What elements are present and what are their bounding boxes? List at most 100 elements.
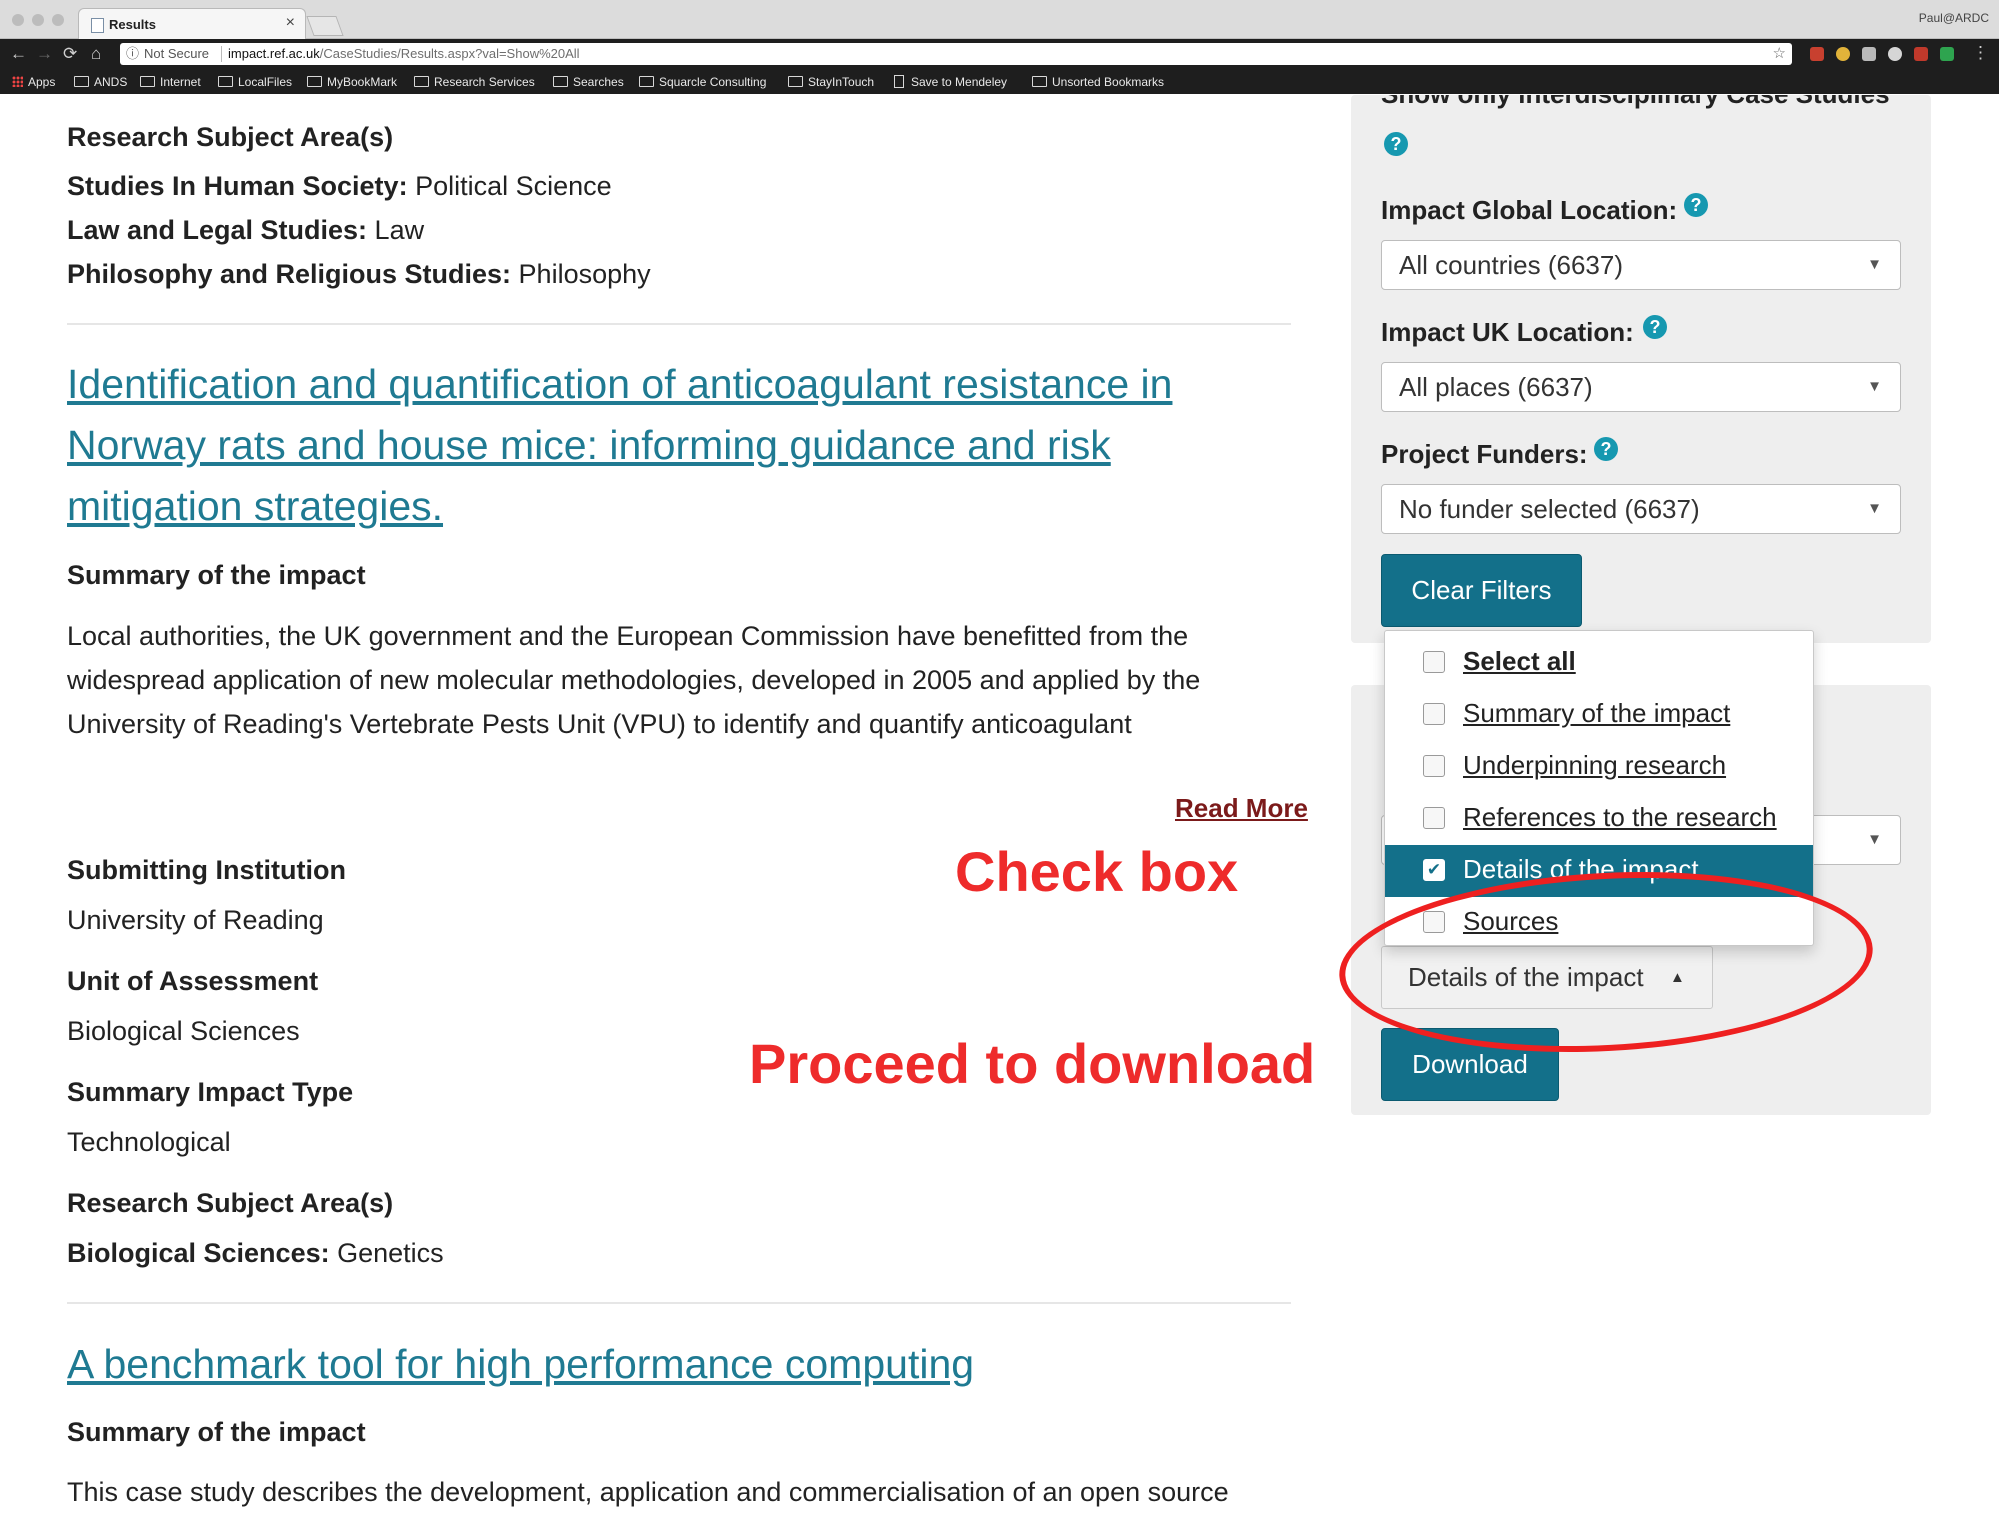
uk-location-select[interactable]: All places (6637) ▼: [1381, 362, 1901, 412]
column-option-underpinning-research[interactable]: Underpinning research: [1385, 741, 1813, 793]
bookmark-apps[interactable]: Apps: [12, 70, 55, 94]
new-tab-button[interactable]: [306, 16, 344, 36]
checkbox-checked[interactable]: ✔: [1423, 859, 1445, 881]
unit-of-assessment-heading: Unit of Assessment: [67, 966, 319, 996]
bookmark-folder[interactable]: Research Services: [414, 70, 535, 94]
home-icon[interactable]: ⌂: [91, 44, 101, 64]
extension-icon[interactable]: [1914, 47, 1928, 61]
case-study-title-link[interactable]: Identification and quantification of ant…: [67, 361, 1172, 408]
extension-icon[interactable]: [1862, 47, 1876, 61]
column-option-select-all[interactable]: Select all: [1385, 637, 1813, 689]
window-zoom-dot[interactable]: [52, 14, 64, 26]
case-study-title-link[interactable]: Norway rats and house mice: informing gu…: [67, 422, 1111, 469]
forward-icon[interactable]: →: [36, 44, 53, 64]
browser-tab[interactable]: Results ×: [78, 8, 306, 39]
tab-close-icon[interactable]: ×: [286, 14, 295, 32]
bookmark-folder[interactable]: Squarcle Consulting: [639, 70, 766, 94]
project-funders-value: No funder selected (6637): [1399, 494, 1700, 524]
extension-icon[interactable]: [1810, 47, 1824, 61]
subject-area-line: Law and Legal Studies: Law: [67, 215, 424, 246]
checkbox[interactable]: [1423, 651, 1445, 673]
case-study-title-link[interactable]: A benchmark tool for high performance co…: [67, 1341, 974, 1388]
summary-heading: Summary of the impact: [67, 1417, 366, 1447]
institution-heading: Submitting Institution: [67, 855, 346, 885]
url-text[interactable]: impact.ref.ac.uk/CaseStudies/Results.asp…: [228, 43, 580, 65]
bookmark-label: Unsorted Bookmarks: [1052, 75, 1165, 89]
folder-icon: [74, 76, 89, 87]
columns-dropdown-button[interactable]: Details of the impact ▲: [1381, 946, 1713, 1009]
option-label: Summary of the impact: [1463, 698, 1731, 728]
folder-icon: [553, 76, 568, 87]
help-icon[interactable]: ?: [1594, 437, 1618, 461]
summary-text: Local authorities, the UK government and…: [67, 621, 1189, 651]
column-option-details-of-impact[interactable]: ✔ Details of the impact: [1385, 845, 1813, 897]
menu-dots-icon[interactable]: ⋮: [1972, 43, 1989, 63]
checkbox[interactable]: [1423, 911, 1445, 933]
interdisciplinary-filter-label[interactable]: Show only interdisciplinary Case Studies: [1381, 95, 1890, 110]
bookmark-label: LocalFiles: [238, 75, 293, 89]
extension-icon[interactable]: [1940, 47, 1954, 61]
bookmark-label: Apps: [28, 75, 56, 89]
summary-heading: Summary of the impact: [67, 560, 366, 590]
uk-location-value: All places (6637): [1399, 372, 1593, 402]
extension-icon[interactable]: [1836, 47, 1850, 61]
subject-area-field: Biological Sciences:: [67, 1238, 330, 1268]
reload-icon[interactable]: ⟳: [63, 44, 77, 64]
subject-area-value: Genetics: [329, 1238, 444, 1268]
window-close-dot[interactable]: [12, 14, 24, 26]
back-icon[interactable]: ←: [10, 44, 27, 64]
checkbox[interactable]: [1423, 703, 1445, 725]
summary-text: This case study describes the developmen…: [67, 1477, 1229, 1507]
column-option-references[interactable]: References to the research: [1385, 793, 1813, 845]
project-funders-select[interactable]: No funder selected (6637) ▼: [1381, 484, 1901, 534]
column-option-sources[interactable]: Sources: [1385, 897, 1813, 949]
global-location-select[interactable]: All countries (6637) ▼: [1381, 240, 1901, 290]
checkbox[interactable]: [1423, 755, 1445, 777]
browser-titlebar: Results × Paul@ARDC: [0, 0, 1999, 39]
profile-name[interactable]: Paul@ARDC: [1919, 11, 1989, 25]
read-more-link[interactable]: Read More: [1175, 793, 1308, 824]
security-label: Not Secure: [144, 46, 210, 61]
summary-text: widespread application of new molecular …: [67, 665, 1201, 695]
page-content: Research Subject Area(s) Studies In Huma…: [0, 95, 1999, 1519]
bookmark-page[interactable]: Save to Mendeley: [894, 70, 1007, 94]
chevron-down-icon: ▼: [1867, 256, 1882, 273]
result-divider: [67, 1302, 1291, 1304]
help-icon[interactable]: ?: [1684, 193, 1708, 217]
address-bar[interactable]: ⓘ Not Secure impact.ref.ac.uk/CaseStudie…: [120, 43, 1792, 65]
folder-icon: [307, 76, 322, 87]
extension-icon[interactable]: [1888, 47, 1902, 61]
column-option-summary[interactable]: Summary of the impact: [1385, 689, 1813, 741]
impact-type-value: Technological: [67, 1127, 231, 1157]
research-subject-heading: Research Subject Area(s): [67, 1188, 394, 1218]
annotation-check-box: Check box: [955, 840, 1239, 903]
page-icon: [894, 75, 904, 88]
chevron-down-icon: ▼: [1867, 500, 1882, 517]
columns-dropdown-menu: Select all Summary of the impact Underpi…: [1384, 630, 1814, 946]
bookmark-folder[interactable]: Unsorted Bookmarks: [1032, 70, 1164, 94]
annotation-proceed-to-download: Proceed to download: [749, 1032, 1316, 1095]
folder-icon: [788, 76, 803, 87]
help-icon[interactable]: ?: [1643, 315, 1667, 339]
info-icon[interactable]: ⓘ: [126, 43, 139, 65]
subject-area-line: Biological Sciences: Genetics: [67, 1238, 444, 1269]
bookmark-folder[interactable]: StayInTouch: [788, 70, 874, 94]
bookmark-folder[interactable]: ANDS: [74, 70, 127, 94]
window-minimize-dot[interactable]: [32, 14, 44, 26]
chevron-down-icon: ▼: [1867, 378, 1882, 395]
uk-location-label: Impact UK Location:: [1381, 317, 1634, 347]
bookmark-folder[interactable]: LocalFiles: [218, 70, 292, 94]
bookmark-star-icon[interactable]: ☆: [1773, 43, 1786, 65]
bookmark-folder[interactable]: Internet: [140, 70, 201, 94]
tab-title: Results: [109, 17, 156, 32]
bookmark-folder[interactable]: Searches: [553, 70, 624, 94]
case-study-title-link[interactable]: mitigation strategies.: [67, 483, 443, 530]
subject-area-field: Law and Legal Studies:: [67, 215, 368, 245]
clear-filters-button[interactable]: Clear Filters: [1381, 554, 1582, 627]
help-icon[interactable]: ?: [1384, 132, 1408, 156]
option-label: Underpinning research: [1463, 750, 1727, 780]
checkbox[interactable]: [1423, 807, 1445, 829]
bookmark-folder[interactable]: MyBookMark: [307, 70, 397, 94]
download-button[interactable]: Download: [1381, 1028, 1559, 1101]
research-subject-heading: Research Subject Area(s): [67, 122, 394, 152]
